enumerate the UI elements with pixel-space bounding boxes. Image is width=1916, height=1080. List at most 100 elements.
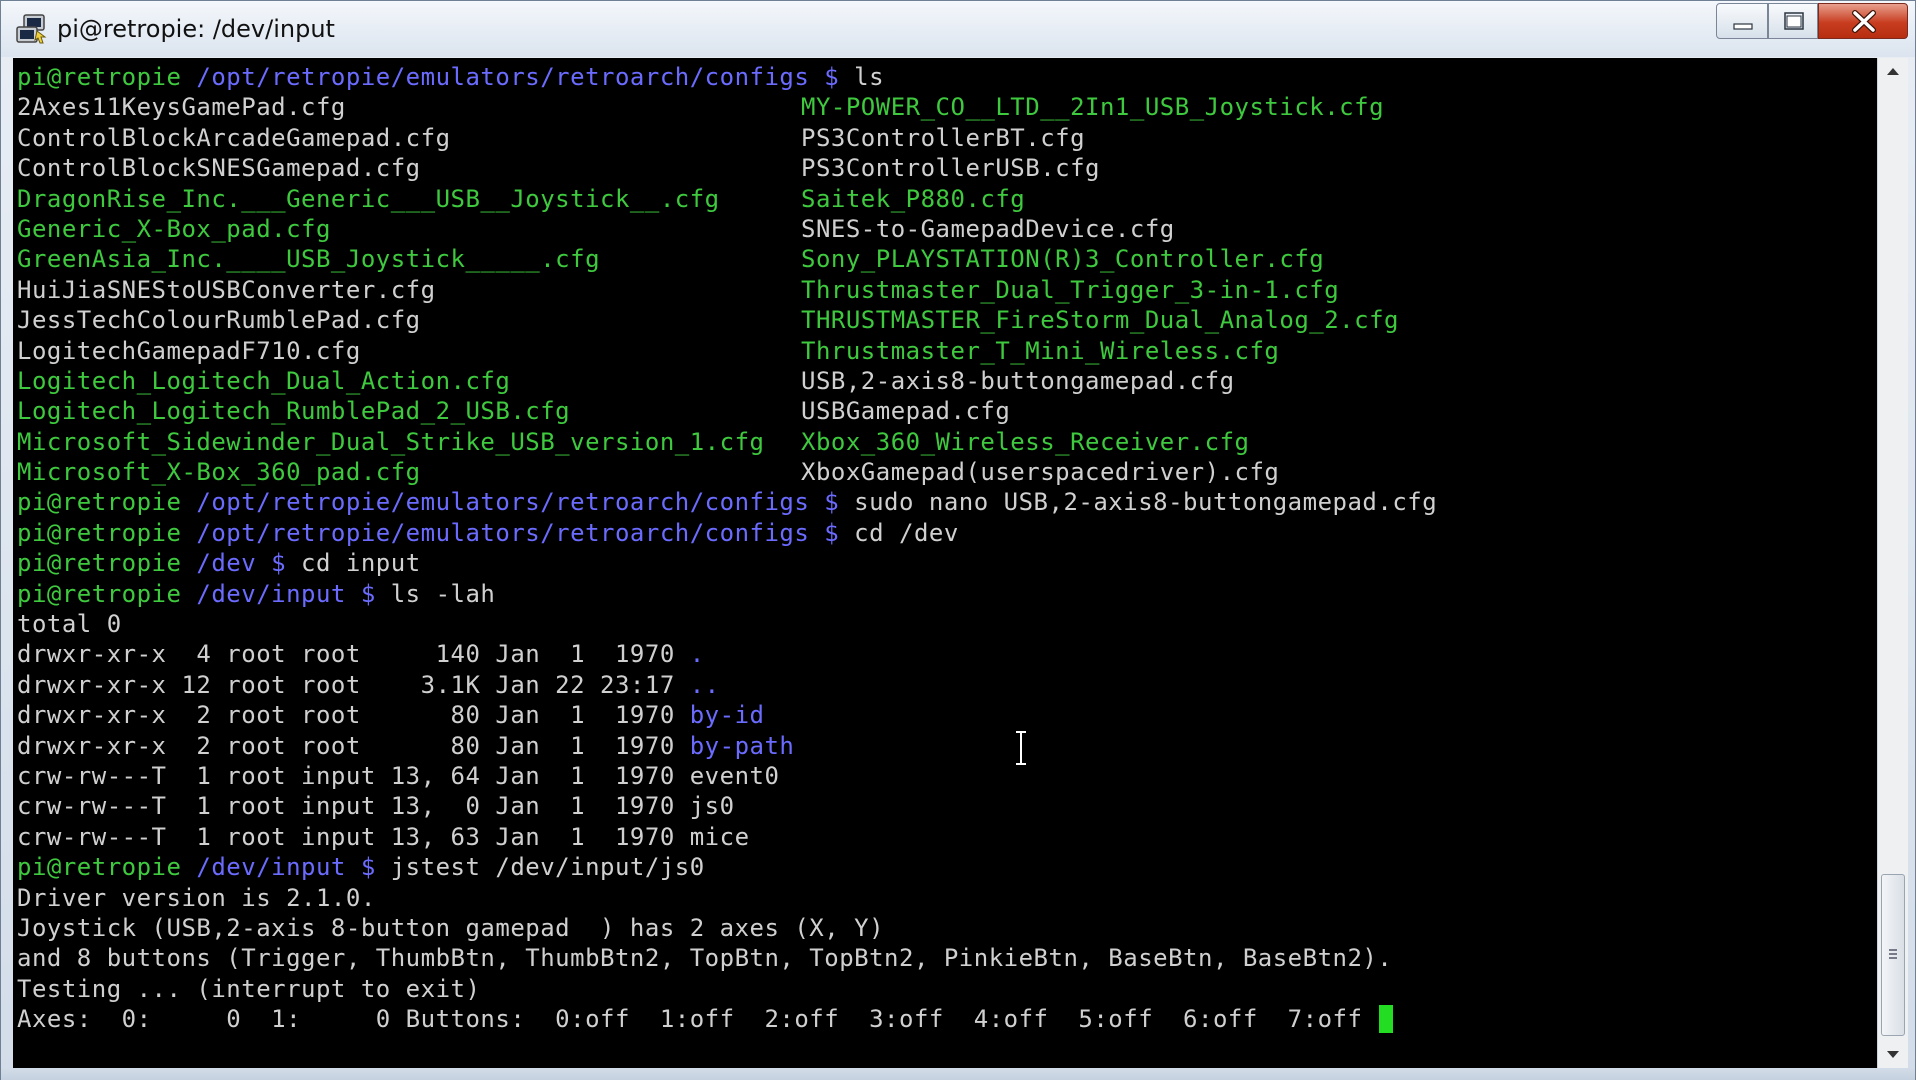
grip-icon [1889,949,1897,959]
file-list-entry: Microsoft_Sidewinder_Dual_Strike_USB_ver… [17,427,765,456]
terminal-text-segment: . [689,640,705,669]
file-list-entry: USBGamepad.cfg [801,397,1011,426]
text-cursor [1379,1005,1394,1034]
terminal-line: drwxr-xr-x 4 root root 140 Jan 1 1970 . [17,639,1877,669]
terminal-text-segment: pi@retropie [17,488,197,517]
file-list-entry: HuiJiaSNEStoUSBConverter.cfg [17,275,436,304]
file-list-entry: PS3ControllerBT.cfg [801,123,1086,152]
terminal-text-segment: ls -lah [390,579,496,608]
terminal-text-segment: sudo nano USB,2-axis8-buttongamepad.cfg [854,488,1438,517]
terminal-line: drwxr-xr-x 2 root root 80 Jan 1 1970 by-… [17,731,1877,761]
terminal-text-segment: /opt/retropie/emulators/retroarch/config… [196,63,855,91]
terminal-window: pi@retropie: /dev/input pi@retropie /opt… [0,0,1916,1080]
window-bottom-border [1,1068,1915,1080]
vertical-scrollbar[interactable] [1877,58,1908,1068]
terminal-line: 2Axes11KeysGamePad.cfg MY-POWER_CO__LTD__… [17,92,1877,122]
terminal-line: Microsoft_X-Box_360_pad.cfg XboxGamepad(u… [17,457,1877,487]
terminal-text-segment: Joystick (USB,2-axis 8-button gamepad ) … [17,913,885,942]
terminal-line: GreenAsia_Inc.____USB_Joystick_____.cfg S… [17,244,1877,274]
terminal-text-segment: by-id [689,701,765,730]
terminal-line: drwxr-xr-x 2 root root 80 Jan 1 1970 by-… [17,700,1877,730]
terminal-line: Generic_X-Box_pad.cfg SNES-to-GamepadDevi… [17,214,1877,244]
terminal-text-segment: Testing ... (interrupt to exit) [17,974,481,1003]
file-list-entry: Thrustmaster_T_Mini_Wireless.cfg [801,336,1280,365]
maximize-button[interactable] [1768,3,1818,39]
terminal-text-segment: pi@retropie [17,853,197,882]
file-list-entry: MY-POWER_CO__LTD__2In1_USB_Joystick.cfg [801,93,1385,122]
terminal-line: and 8 buttons (Trigger, ThumbBtn, ThumbB… [17,943,1877,973]
file-list-entry: XboxGamepad(userspacedriver).cfg [801,458,1280,487]
scrollbar-thumb[interactable] [1881,874,1905,1036]
terminal-line: ControlBlockSNESGamepad.cfg PS3Controller… [17,153,1877,183]
terminal-text-segment: /dev/input $ [196,853,391,882]
terminal-line: pi@retropie /opt/retropie/emulators/retr… [17,62,1877,92]
terminal-text-segment: crw-rw---T 1 root input 13, 64 Jan 1 197… [17,761,780,790]
minimize-icon [1733,23,1753,30]
terminal-text-segment: drwxr-xr-x 2 root root 80 Jan 1 1970 [17,701,690,730]
putty-icon[interactable] [15,13,49,45]
file-list-entry: Microsoft_X-Box_360_pad.cfg [17,458,421,487]
close-icon [1852,10,1876,33]
terminal-line: pi@retropie /dev/input $ ls -lah [17,579,1877,609]
terminal-text-segment: jstest /dev/input/js0 [390,853,705,882]
file-list-entry: LogitechGamepadF710.cfg [17,336,361,365]
terminal-line: drwxr-xr-x 12 root root 3.1K Jan 22 23:1… [17,670,1877,700]
terminal-text-segment: pi@retropie [17,579,197,608]
terminal-line: ControlBlockArcadeGamepad.cfg PS3Controll… [17,123,1877,153]
minimize-button[interactable] [1716,3,1768,39]
file-list-entry: Saitek_P880.cfg [801,184,1026,213]
terminal-text-segment: cd /dev [854,518,959,547]
terminal-line: LogitechGamepadF710.cfg Thrustmaster_T_Mi… [17,336,1877,366]
window-title: pi@retropie: /dev/input [57,15,335,43]
file-list-entry: ControlBlockSNESGamepad.cfg [17,154,421,183]
terminal-text-segment: drwxr-xr-x 4 root root 140 Jan 1 1970 [17,640,690,669]
file-list-entry: Generic_X-Box_pad.cfg [17,214,331,243]
terminal-output[interactable]: pi@retropie /opt/retropie/emulators/retr… [17,62,1877,1068]
terminal-line: Logitech_Logitech_Dual_Action.cfg USB,2-a… [17,366,1877,396]
file-list-entry: GreenAsia_Inc.____USB_Joystick_____.cfg [17,245,601,274]
terminal-text-segment: pi@retropie [17,518,197,547]
terminal-text-segment: drwxr-xr-x 12 root root 3.1K Jan 22 23:1… [17,670,690,699]
i-beam-cursor-icon [1016,730,1026,766]
terminal-text-segment: crw-rw---T 1 root input 13, 63 Jan 1 197… [17,822,750,851]
terminal-text-segment: ls [854,63,885,91]
terminal-text-segment: pi@retropie [17,63,197,91]
terminal-screen[interactable]: pi@retropie /opt/retropie/emulators/retr… [13,58,1877,1068]
file-list-entry: Sony_PLAYSTATION(R)3_Controller.cfg [801,245,1325,274]
file-list-entry: Logitech_Logitech_Dual_Action.cfg [17,366,511,395]
terminal-text-segment: /dev $ [196,549,302,578]
terminal-line: Testing ... (interrupt to exit) [17,974,1877,1004]
maximize-icon [1784,12,1804,30]
file-list-entry: THRUSTMASTER_FireStorm_Dual_Analog_2.cfg [801,306,1399,335]
scroll-up-arrow-icon[interactable] [1878,58,1908,86]
terminal-line: Axes: 0: 0 1: 0 Buttons: 0:off 1:off 2:o… [17,1004,1877,1034]
terminal-text-segment: total 0 [17,610,122,639]
file-list-entry: DragonRise_Inc.___Generic___USB__Joystic… [17,184,720,213]
terminal-text-segment: /opt/retropie/emulators/retroarch/config… [196,518,855,547]
terminal-line: pi@retropie /opt/retropie/emulators/retr… [17,518,1877,548]
file-list-entry: PS3ControllerUSB.cfg [801,154,1100,183]
terminal-line: HuiJiaSNEStoUSBConverter.cfg Thrustmaster… [17,275,1877,305]
terminal-line: DragonRise_Inc.___Generic___USB__Joystic… [17,184,1877,214]
terminal-text-segment: pi@retropie [17,549,197,578]
terminal-line: Joystick (USB,2-axis 8-button gamepad ) … [17,913,1877,943]
terminal-line: crw-rw---T 1 root input 13, 0 Jan 1 1970… [17,791,1877,821]
scroll-down-arrow-icon[interactable] [1878,1040,1908,1068]
terminal-line: total 0 [17,609,1877,639]
terminal-line: Microsoft_Sidewinder_Dual_Strike_USB_ver… [17,427,1877,457]
terminal-text-segment: by-path [689,731,795,760]
terminal-line: pi@retropie /opt/retropie/emulators/retr… [17,487,1877,517]
file-list-entry: Thrustmaster_Dual_Trigger_3-in-1.cfg [801,275,1340,304]
terminal-line: crw-rw---T 1 root input 13, 63 Jan 1 197… [17,822,1877,852]
close-button[interactable] [1818,3,1908,39]
terminal-text-segment: Axes: 0: 0 1: 0 Buttons: 0:off 1:off 2:o… [17,1005,1378,1034]
file-list-entry: JessTechColourRumblePad.cfg [17,306,421,335]
title-bar[interactable]: pi@retropie: /dev/input [1,1,1915,57]
terminal-text-segment: and 8 buttons (Trigger, ThumbBtn, ThumbB… [17,944,1393,973]
file-list-entry: USB,2-axis8-buttongamepad.cfg [801,366,1235,395]
terminal-text-segment: /opt/retropie/emulators/retroarch/config… [196,488,855,517]
file-list-entry: SNES-to-GamepadDevice.cfg [801,214,1175,243]
terminal-line: crw-rw---T 1 root input 13, 64 Jan 1 197… [17,761,1877,791]
terminal-line: pi@retropie /dev/input $ jstest /dev/inp… [17,852,1877,882]
file-list-entry: Logitech_Logitech_RumblePad_2_USB.cfg [17,397,571,426]
